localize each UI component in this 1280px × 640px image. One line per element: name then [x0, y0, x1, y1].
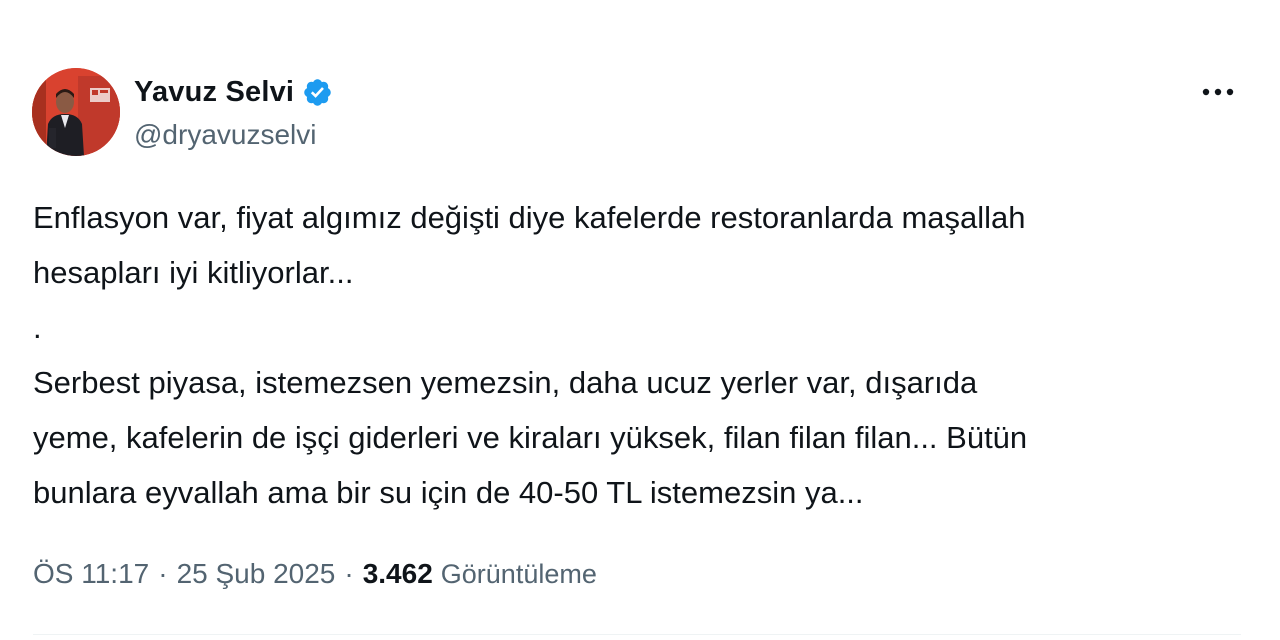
tweet-paragraph-2: . [33, 310, 42, 345]
tweet-paragraph-1: Enflasyon var, fiyat algımız değişti diy… [33, 200, 1026, 290]
tweet-card: Yavuz Selvi @dryavuzselvi Enflasyon var,… [0, 0, 1280, 640]
views-count: 3.462 [362, 558, 433, 589]
avatar[interactable] [32, 68, 120, 156]
divider [33, 634, 1241, 635]
author-handle[interactable]: @dryavuzselvi [134, 117, 316, 153]
author-display-name[interactable]: Yavuz Selvi [134, 74, 294, 110]
tweet-date[interactable]: 25 Şub 2025 [177, 558, 336, 590]
meta-separator: · [158, 558, 168, 589]
verified-badge-icon[interactable] [302, 77, 333, 108]
tweet-paragraph-3: Serbest piyasa, istemezsen yemezsin, dah… [33, 365, 1028, 510]
tweet-time[interactable]: ÖS 11:17 [33, 558, 149, 590]
tweet-text: Enflasyon var, fiyat algımız değişti diy… [33, 190, 1243, 520]
author-name-row: Yavuz Selvi [134, 74, 333, 110]
views-label: Görüntüleme [440, 558, 597, 589]
meta-separator: · [344, 558, 354, 589]
tweet-meta: ÖS 11:17 · 25 Şub 2025 · 3.462 Görüntüle… [33, 552, 597, 596]
more-horizontal-icon [1202, 88, 1234, 96]
profile-photo-icon [32, 68, 120, 156]
more-options-button[interactable] [1194, 74, 1242, 110]
